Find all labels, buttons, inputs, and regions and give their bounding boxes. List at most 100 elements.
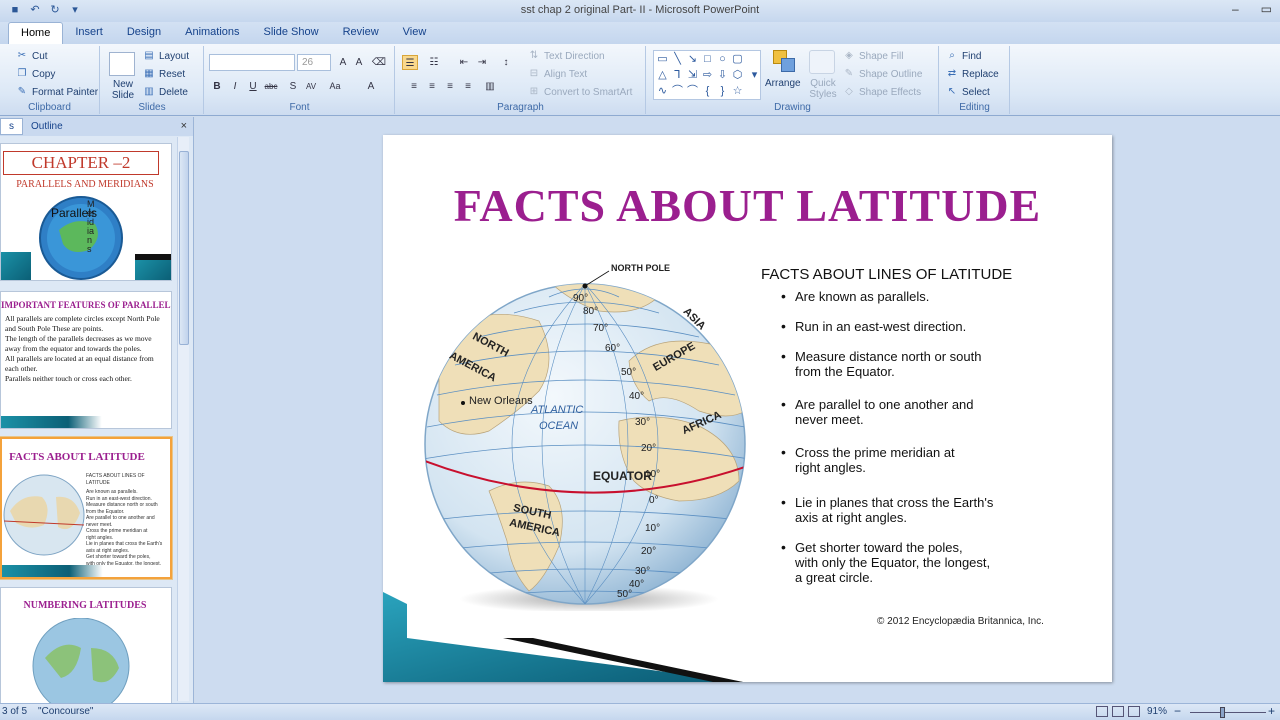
line-spacing-icon[interactable]: ↕ (498, 55, 514, 70)
minimize-button[interactable]: – (1232, 2, 1239, 16)
find-button[interactable]: ⌕ Find (946, 50, 981, 62)
bold-icon[interactable]: B (209, 79, 225, 94)
thumb1-corner-decor-right (135, 254, 171, 280)
decrease-indent-icon[interactable]: ⇤ (456, 55, 472, 70)
new-orleans-label: New Orleans (469, 395, 533, 407)
brace-right-shape-icon[interactable]: } (716, 85, 729, 98)
quick-styles-icon[interactable] (809, 50, 835, 74)
shapes-gallery[interactable]: ▭ ╲ ↘ □ ○ ▢ △ ⅂ ⇲ ⇨ ⇩ ⬡ ∿ ⌒ ⌒ { } ☆ ▾ (653, 50, 761, 100)
rectangle-shape-icon[interactable]: □ (701, 53, 714, 66)
slide-sorter-icon[interactable] (1112, 706, 1124, 717)
tab-review[interactable]: Review (331, 22, 391, 44)
slide-canvas[interactable]: FACTS ABOUT LATITUDE NORTH POLE EQUATOR … (383, 135, 1112, 682)
textbox-shape-icon[interactable]: ▭ (656, 53, 669, 66)
shadow-icon[interactable]: S (285, 79, 301, 94)
shape-effects-button[interactable]: ◇ Shape Effects (843, 86, 921, 98)
slide-title[interactable]: FACTS ABOUT LATITUDE (383, 179, 1112, 232)
tab-home[interactable]: Home (8, 22, 64, 44)
arc2-shape-icon[interactable]: ⌒ (686, 85, 699, 98)
slide-thumbnail-4[interactable]: NUMBERING LATITUDES (0, 587, 172, 703)
shape-fill-button[interactable]: ◈ Shape Fill (843, 50, 903, 62)
triangle-shape-icon[interactable]: △ (656, 69, 669, 82)
tab-slide-show[interactable]: Slide Show (252, 22, 331, 44)
slide-thumbnail-1[interactable]: CHAPTER –2 PARALLELS AND MERIDIANS Paral… (0, 143, 172, 281)
down-arrow-shape-icon[interactable]: ⇩ (716, 69, 729, 82)
zoom-slider-track[interactable] (1190, 712, 1266, 713)
new-slide-button[interactable]: New Slide (105, 79, 141, 101)
elbow-arrow-icon[interactable]: ⇲ (686, 69, 699, 82)
gallery-more-icon[interactable]: ▾ (748, 69, 761, 82)
oval-shape-icon[interactable]: ○ (716, 53, 729, 66)
globe-image[interactable]: NORTH POLE EQUATOR ATLANTIC OCEAN NORTH … (419, 261, 759, 613)
curve-shape-icon[interactable]: ∿ (656, 85, 669, 98)
arrow-shape-icon[interactable]: ↘ (686, 53, 699, 66)
replace-button[interactable]: ⇄ Replace (946, 68, 999, 80)
copy-button[interactable]: ❐ Copy (16, 68, 56, 80)
flowchart-shape-icon[interactable]: ⬡ (731, 69, 744, 82)
tab-insert[interactable]: Insert (63, 22, 115, 44)
reset-button[interactable]: ▦ Reset (143, 68, 185, 80)
lat-label-50: 50° (621, 367, 637, 378)
font-size-select[interactable]: 26 (297, 54, 331, 71)
right-arrow-shape-icon[interactable]: ⇨ (701, 69, 714, 82)
change-case-icon[interactable]: Aa (327, 79, 343, 94)
new-slide-icon[interactable] (109, 52, 135, 76)
underline-icon[interactable]: U (245, 79, 261, 94)
grow-font-icon[interactable]: A (335, 55, 351, 70)
arc-shape-icon[interactable]: ⌒ (671, 85, 684, 98)
arrange-icon[interactable] (773, 50, 797, 74)
panel-scrollbar[interactable] (177, 137, 189, 701)
slide-thumbnail-3[interactable]: FACTS ABOUT LATITUDE FACTS ABOUT LINES O… (0, 437, 172, 579)
arrange-button[interactable]: Arrange (765, 78, 801, 89)
tab-slides[interactable]: s (0, 118, 23, 135)
restore-button[interactable]: ▭ (1261, 2, 1272, 16)
paragraph-group: ☰ ☷ ⇤ ⇥ ↕ ≡ ≡ ≡ ≡ ▥ ⇅ Text Direction ⊟ Ali… (396, 46, 646, 114)
theme-name[interactable]: "Concourse" (38, 706, 93, 717)
zoom-level[interactable]: 91% (1147, 706, 1167, 717)
align-left-icon[interactable]: ≡ (406, 79, 422, 94)
convert-smartart-button[interactable]: ⊞ Convert to SmartArt (528, 86, 633, 98)
zoom-in-icon[interactable]: + (1268, 704, 1275, 718)
char-spacing-icon[interactable]: AV (303, 79, 319, 94)
slideshow-view-icon[interactable] (1128, 706, 1140, 717)
align-right-icon[interactable]: ≡ (442, 79, 458, 94)
align-text-icon: ⊟ (529, 68, 539, 79)
tab-design[interactable]: Design (115, 22, 173, 44)
scrollbar-thumb[interactable] (179, 151, 189, 345)
font-color-icon[interactable]: A (363, 79, 379, 94)
columns-icon[interactable]: ▥ (482, 79, 498, 94)
select-button[interactable]: ↖ Select (946, 86, 990, 98)
increase-indent-icon[interactable]: ⇥ (474, 55, 490, 70)
line-shape-icon[interactable]: ╲ (671, 53, 684, 66)
numbering-icon[interactable]: ☷ (426, 55, 442, 70)
justify-icon[interactable]: ≡ (460, 79, 476, 94)
rounded-rect-shape-icon[interactable]: ▢ (731, 53, 744, 66)
elbow-connector-icon[interactable]: ⅂ (671, 69, 684, 82)
quick-styles-button[interactable]: Quick Styles (807, 78, 839, 100)
shape-outline-button[interactable]: ✎ Shape Outline (843, 68, 923, 80)
star-shape-icon[interactable]: ☆ (731, 85, 744, 98)
brace-left-shape-icon[interactable]: { (701, 85, 714, 98)
align-center-icon[interactable]: ≡ (424, 79, 440, 94)
facts-text-box[interactable]: FACTS ABOUT LINES OF LATITUDE Are known … (761, 266, 1061, 585)
close-panel-icon[interactable]: × (181, 120, 187, 132)
tab-view[interactable]: View (391, 22, 439, 44)
italic-icon[interactable]: I (227, 79, 243, 94)
text-direction-button[interactable]: ⇅ Text Direction (528, 50, 605, 62)
tab-outline[interactable]: Outline (23, 119, 71, 134)
font-family-select[interactable] (209, 54, 295, 71)
shrink-font-icon[interactable]: A (351, 55, 367, 70)
zoom-slider-thumb[interactable] (1220, 707, 1225, 718)
delete-slide-button[interactable]: ▥ Delete (143, 86, 188, 98)
align-text-button[interactable]: ⊟ Align Text (528, 68, 587, 80)
slide-thumbnail-2[interactable]: IMPORTANT FEATURES OF PARALLELS All para… (0, 291, 172, 429)
strikethrough-icon[interactable]: abc (263, 79, 279, 94)
clear-formatting-icon[interactable]: ⌫ (371, 55, 387, 70)
cut-button[interactable]: ✂ Cut (16, 50, 48, 62)
layout-button[interactable]: ▤ Layout (143, 50, 189, 62)
format-painter-button[interactable]: ✎ Format Painter (16, 86, 98, 98)
normal-view-icon[interactable] (1096, 706, 1108, 717)
zoom-out-icon[interactable]: − (1174, 704, 1181, 718)
bullets-icon[interactable]: ☰ (402, 55, 418, 70)
tab-animations[interactable]: Animations (173, 22, 251, 44)
